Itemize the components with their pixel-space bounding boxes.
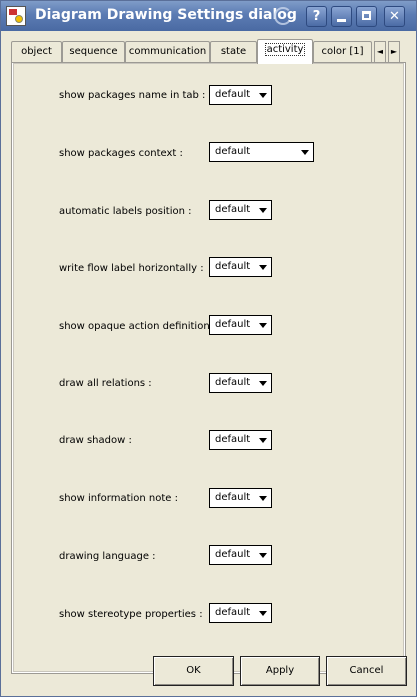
setting-combo-draw-all-relations[interactable]: default: [209, 373, 272, 393]
combo-value: default: [215, 261, 251, 272]
settings-panel: show packages name in tab : default show…: [11, 62, 406, 674]
dropdown-arrow-icon: [259, 265, 267, 270]
dialog-body: object sequence communication state acti…: [1, 31, 416, 696]
combo-value: default: [215, 434, 251, 445]
setting-combo-show-stereotype-properties[interactable]: default: [209, 603, 272, 623]
setting-label-show-packages-context: show packages context :: [59, 148, 183, 159]
setting-label-show-packages-name: show packages name in tab :: [59, 90, 206, 101]
setting-label-write-flow-label: write flow label horizontally :: [59, 263, 204, 274]
title-bar[interactable]: Diagram Drawing Settings dialog ? ✕: [1, 1, 416, 31]
settings-panel-inner: show packages name in tab : default show…: [13, 63, 404, 672]
setting-combo-draw-shadow[interactable]: default: [209, 430, 272, 450]
combo-value: default: [215, 204, 251, 215]
minimize-icon: [337, 19, 346, 22]
dropdown-arrow-icon: [259, 323, 267, 328]
tab-activity[interactable]: activity: [257, 39, 313, 64]
app-icon: [6, 6, 26, 26]
dropdown-arrow-icon: [259, 496, 267, 501]
window-title: Diagram Drawing Settings dialog: [35, 7, 297, 23]
tab-color[interactable]: color [1]: [313, 41, 372, 63]
setting-combo-show-information-note[interactable]: default: [209, 488, 272, 508]
apply-button[interactable]: Apply: [240, 656, 320, 686]
swirl-icon: [274, 7, 292, 25]
tab-scroll-left-button[interactable]: ◄: [374, 41, 386, 63]
tab-communication[interactable]: communication: [125, 41, 210, 63]
dialog-window: Diagram Drawing Settings dialog ? ✕ obje…: [0, 0, 417, 697]
close-button[interactable]: ✕: [384, 6, 405, 27]
help-button[interactable]: ?: [306, 6, 327, 27]
setting-combo-show-packages-name[interactable]: default: [209, 85, 272, 105]
setting-label-show-opaque-action: show opaque action definition :: [59, 321, 217, 332]
dropdown-arrow-icon: [301, 150, 309, 155]
dropdown-arrow-icon: [259, 438, 267, 443]
dropdown-arrow-icon: [259, 553, 267, 558]
dropdown-arrow-icon: [259, 93, 267, 98]
setting-combo-write-flow-label[interactable]: default: [209, 257, 272, 277]
minimize-button[interactable]: [331, 6, 352, 27]
combo-value: default: [215, 377, 251, 388]
dropdown-arrow-icon: [259, 611, 267, 616]
tab-state[interactable]: state: [210, 41, 257, 63]
combo-value: default: [215, 89, 251, 100]
setting-label-draw-all-relations: draw all relations :: [59, 378, 152, 389]
setting-label-automatic-labels-position: automatic labels position :: [59, 206, 192, 217]
setting-label-drawing-language: drawing language :: [59, 551, 156, 562]
combo-value: default: [215, 146, 251, 157]
tab-object[interactable]: object: [11, 41, 62, 63]
tab-scroll-right-button[interactable]: ►: [388, 41, 400, 63]
setting-combo-drawing-language[interactable]: default: [209, 545, 272, 565]
cancel-button[interactable]: Cancel: [326, 656, 407, 686]
setting-combo-show-opaque-action[interactable]: default: [209, 315, 272, 335]
dropdown-arrow-icon: [259, 208, 267, 213]
combo-value: default: [215, 319, 251, 330]
combo-value: default: [215, 492, 251, 503]
tab-sequence[interactable]: sequence: [62, 41, 125, 63]
setting-combo-show-packages-context[interactable]: default: [209, 142, 314, 162]
setting-label-draw-shadow: draw shadow :: [59, 435, 132, 446]
tab-bar: object sequence communication state acti…: [11, 39, 406, 64]
setting-combo-automatic-labels-position[interactable]: default: [209, 200, 272, 220]
combo-value: default: [215, 607, 251, 618]
ok-button[interactable]: OK: [153, 656, 234, 686]
maximize-icon: [362, 11, 371, 20]
setting-label-show-information-note: show information note :: [59, 493, 178, 504]
maximize-button[interactable]: [356, 6, 377, 27]
combo-value: default: [215, 549, 251, 560]
setting-label-show-stereotype-properties: show stereotype properties :: [59, 609, 203, 620]
dropdown-arrow-icon: [259, 381, 267, 386]
